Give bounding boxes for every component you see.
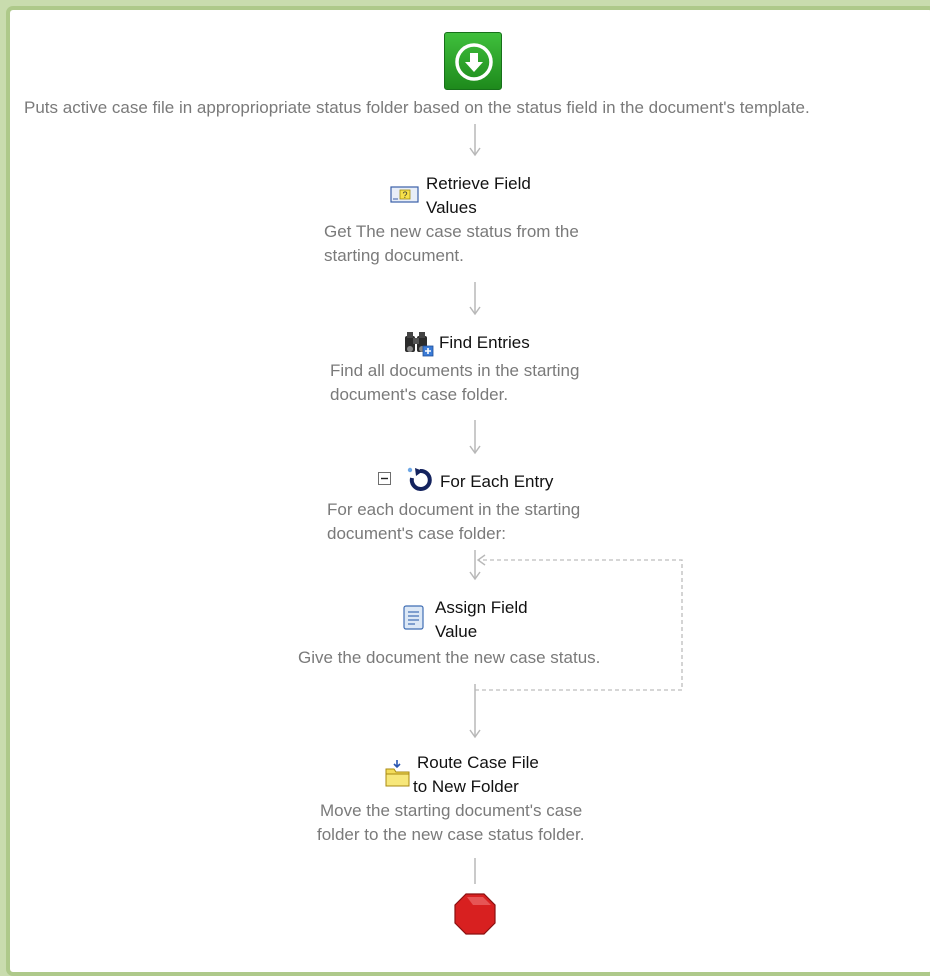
- step-title: Find Entries: [439, 333, 530, 352]
- workflow-canvas: Puts active case file in appropriopriate…: [0, 0, 930, 966]
- step-description: Give the document the new case status.: [298, 648, 601, 667]
- step-description: document's case folder.: [330, 385, 509, 404]
- stop-octagon-icon[interactable]: [453, 892, 497, 936]
- assign-field-icon: [403, 605, 424, 630]
- step-description: starting document.: [324, 246, 464, 265]
- route-folder-icon: [385, 760, 410, 787]
- step-title: Value: [435, 622, 478, 641]
- start-description: Puts active case file in appropriopriate…: [24, 98, 810, 117]
- start-arrow-icon[interactable]: [444, 32, 502, 90]
- field-values-icon: ?: [390, 186, 419, 203]
- step-title: For Each Entry: [440, 472, 554, 491]
- step-title: Values: [426, 198, 477, 217]
- loop-back-connector: [475, 559, 683, 691]
- step-description: folder to the new case status folder.: [317, 825, 585, 844]
- step-title: to New Folder: [413, 777, 519, 796]
- step-description: Move the starting document's case: [320, 801, 583, 820]
- step-description: document's case folder:: [327, 524, 507, 543]
- collapse-minus-icon[interactable]: [378, 472, 392, 486]
- step-description: Find all documents in the starting: [330, 361, 580, 380]
- step-description: For each document in the starting: [327, 500, 581, 519]
- svg-text:?: ?: [402, 190, 407, 200]
- step-title: Assign Field: [435, 598, 528, 617]
- step-title: Route Case File: [417, 753, 539, 772]
- loop-icon: [407, 467, 432, 491]
- binoculars-icon: [405, 332, 434, 357]
- step-description: Get The new case status from the: [324, 222, 579, 241]
- step-title: Retrieve Field: [426, 174, 531, 193]
